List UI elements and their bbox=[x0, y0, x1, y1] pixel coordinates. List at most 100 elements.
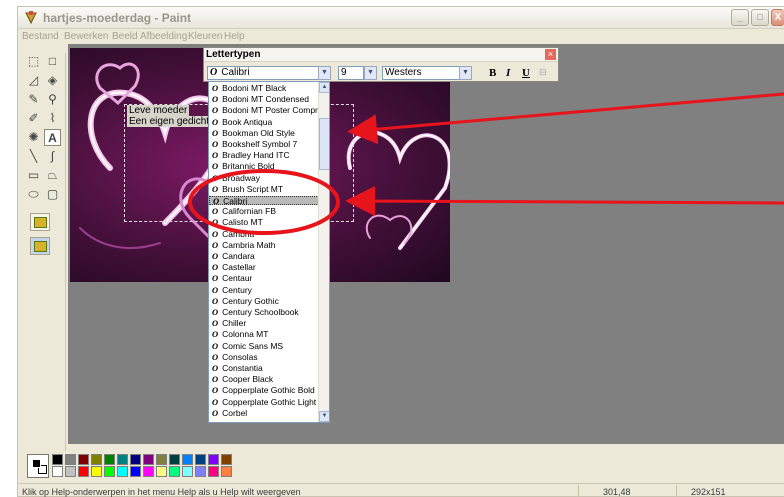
font-list-item[interactable]: O Colonna MT bbox=[209, 330, 319, 339]
palette-color-swatch[interactable] bbox=[65, 454, 76, 465]
bold-button[interactable]: B bbox=[489, 67, 496, 79]
font-list-item[interactable]: O Bradley Hand ITC bbox=[209, 151, 319, 160]
italic-button[interactable]: I bbox=[506, 67, 510, 79]
polygon-icon[interactable]: ⏢ bbox=[44, 167, 61, 184]
palette-color-swatch[interactable] bbox=[104, 466, 115, 477]
font-list-item[interactable]: O Bookman Old Style bbox=[209, 128, 319, 138]
opaque-background-option[interactable] bbox=[30, 213, 50, 231]
scroll-up-button[interactable]: ▲ bbox=[319, 82, 329, 93]
palette-color-swatch[interactable] bbox=[182, 466, 193, 477]
rect-select-icon[interactable]: □ bbox=[44, 53, 61, 70]
font-list-item[interactable]: O Candara bbox=[209, 252, 319, 261]
title-bar[interactable]: hartjes-moederdag - Paint _ □ X bbox=[18, 7, 784, 29]
font-list-item[interactable]: O Californian FB bbox=[209, 207, 319, 216]
free-select-icon[interactable]: ⬚ bbox=[25, 53, 42, 70]
font-list-item[interactable]: O Constantia bbox=[209, 364, 319, 373]
font-list-item[interactable]: O Calibri bbox=[209, 196, 319, 205]
menu-kleuren[interactable]: Kleuren bbox=[188, 31, 222, 42]
palette-color-swatch[interactable] bbox=[91, 454, 102, 465]
palette-color-swatch[interactable] bbox=[78, 454, 89, 465]
minimize-button[interactable]: _ bbox=[731, 9, 749, 26]
palette-color-swatch[interactable] bbox=[143, 454, 154, 465]
palette-color-swatch[interactable] bbox=[78, 466, 89, 477]
current-colors[interactable] bbox=[27, 454, 49, 478]
eraser-icon[interactable]: ◿ bbox=[25, 72, 42, 89]
palette-color-swatch[interactable] bbox=[91, 466, 102, 477]
font-size-dropdown-button[interactable]: ▼ bbox=[364, 66, 377, 80]
menu-beeld[interactable]: Beeld bbox=[112, 31, 138, 42]
font-list-item[interactable]: O Britannic Bold bbox=[209, 162, 319, 171]
underline-button[interactable]: U bbox=[522, 67, 530, 79]
palette-color-swatch[interactable] bbox=[208, 466, 219, 477]
font-list-item[interactable]: O Copperplate Gothic Bold bbox=[209, 386, 319, 395]
font-list-item[interactable]: O Chiller bbox=[209, 319, 319, 328]
curve-icon[interactable]: ∫ bbox=[44, 148, 61, 165]
scroll-down-button[interactable]: ▼ bbox=[319, 411, 329, 422]
palette-color-swatch[interactable] bbox=[156, 454, 167, 465]
font-list-item[interactable]: O Book Antiqua bbox=[209, 117, 319, 127]
palette-color-swatch[interactable] bbox=[195, 454, 206, 465]
rectangle-icon[interactable]: ▭ bbox=[25, 167, 42, 184]
palette-color-swatch[interactable] bbox=[65, 466, 76, 477]
font-list-item[interactable]: O Bodoni MT Condensed bbox=[209, 95, 319, 104]
font-list-item[interactable]: O Cooper Black bbox=[209, 375, 319, 384]
font-list-scrollbar[interactable]: ▲ ▼ bbox=[318, 82, 329, 422]
font-name-field[interactable]: O Calibri bbox=[207, 66, 320, 80]
palette-color-swatch[interactable] bbox=[117, 466, 128, 477]
font-list-item[interactable]: O Brush Script MT bbox=[209, 184, 319, 194]
font-list-item[interactable]: O Cambria bbox=[209, 229, 319, 239]
palette-color-swatch[interactable] bbox=[221, 466, 232, 477]
font-list-item[interactable]: O Copperplate Gothic Light bbox=[209, 397, 319, 407]
palette-color-swatch[interactable] bbox=[208, 454, 219, 465]
font-toolbar-close-button[interactable]: × bbox=[545, 49, 556, 60]
font-list-item[interactable]: O Consolas bbox=[209, 352, 319, 362]
airbrush-icon[interactable]: ✺ bbox=[25, 129, 42, 146]
palette-color-swatch[interactable] bbox=[104, 454, 115, 465]
palette-color-swatch[interactable] bbox=[130, 466, 141, 477]
font-list-item[interactable]: O Calisto MT bbox=[209, 218, 319, 227]
palette-color-swatch[interactable] bbox=[52, 466, 63, 477]
font-list-item[interactable]: O Bookshelf Symbol 7 bbox=[209, 140, 319, 149]
palette-color-swatch[interactable] bbox=[195, 466, 206, 477]
close-button[interactable]: X bbox=[771, 9, 784, 26]
font-toolbar-title[interactable]: Lettertypen bbox=[204, 48, 558, 62]
palette-color-swatch[interactable] bbox=[182, 454, 193, 465]
font-list-item[interactable]: O Castellar bbox=[209, 263, 319, 272]
font-list-item[interactable]: O Comic Sans MS bbox=[209, 341, 319, 351]
magnifier-icon[interactable]: ⚲ bbox=[44, 91, 61, 108]
menu-bestand[interactable]: Bestand bbox=[22, 31, 59, 42]
palette-color-swatch[interactable] bbox=[143, 466, 154, 477]
palette-color-swatch[interactable] bbox=[169, 466, 180, 477]
fill-icon[interactable]: ◈ bbox=[44, 72, 61, 89]
palette-color-swatch[interactable] bbox=[156, 466, 167, 477]
font-script-field[interactable]: Westers bbox=[382, 66, 460, 80]
ellipse-icon[interactable]: ⬭ bbox=[25, 186, 42, 203]
rounded-rect-icon[interactable]: ▢ bbox=[44, 186, 61, 203]
palette-color-swatch[interactable] bbox=[52, 454, 63, 465]
scroll-thumb[interactable] bbox=[319, 118, 329, 170]
palette-color-swatch[interactable] bbox=[117, 454, 128, 465]
palette-color-swatch[interactable] bbox=[130, 454, 141, 465]
menu-afbeelding[interactable]: Afbeelding bbox=[140, 31, 187, 42]
maximize-button[interactable]: □ bbox=[751, 9, 769, 26]
font-list-item[interactable]: O Bodoni MT Poster Compre bbox=[209, 106, 323, 115]
brush-icon[interactable]: ⌇ bbox=[44, 110, 61, 127]
text-tool-icon[interactable]: A bbox=[44, 129, 61, 146]
menu-bewerken[interactable]: Bewerken bbox=[64, 31, 108, 42]
font-size-field[interactable]: 9 bbox=[338, 66, 364, 80]
vertical-text-icon[interactable]: ⊟ bbox=[539, 67, 547, 78]
transparent-background-option[interactable] bbox=[30, 237, 50, 255]
font-list-item[interactable]: O Century Gothic bbox=[209, 296, 319, 306]
font-list-item[interactable]: O Corbel bbox=[209, 408, 319, 418]
menu-help[interactable]: Help bbox=[224, 31, 245, 42]
color-picker-icon[interactable]: ✎ bbox=[25, 91, 42, 108]
font-list-item[interactable]: O Broadway bbox=[209, 173, 319, 183]
font-list-item[interactable]: O Centaur bbox=[209, 274, 319, 283]
line-icon[interactable]: ╲ bbox=[25, 148, 42, 165]
font-name-dropdown-button[interactable]: ▼ bbox=[318, 66, 331, 80]
font-script-dropdown-button[interactable]: ▼ bbox=[459, 66, 472, 80]
font-list-item[interactable]: O Century bbox=[209, 285, 319, 295]
pencil-icon[interactable]: ✐ bbox=[25, 110, 42, 127]
font-list-item[interactable]: O Cambria Math bbox=[209, 240, 319, 250]
palette-color-swatch[interactable] bbox=[221, 454, 232, 465]
